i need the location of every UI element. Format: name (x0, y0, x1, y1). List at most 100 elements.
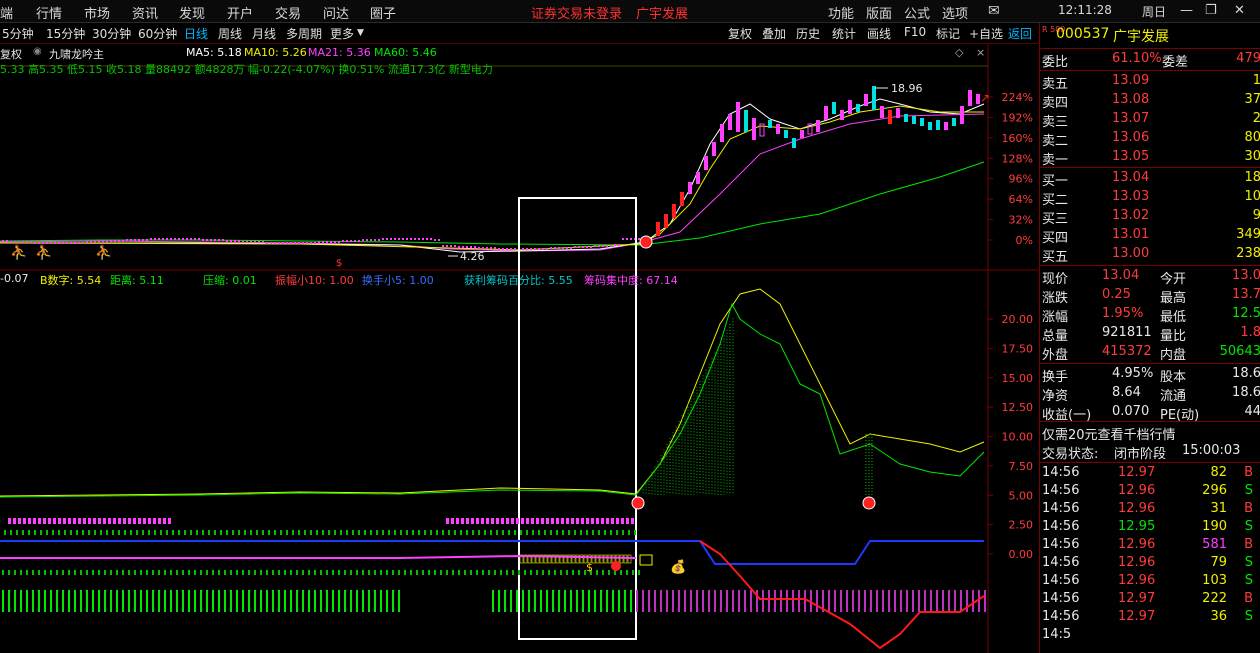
sub-tick-label: 10.00 (1002, 431, 1034, 444)
pct-tick-label: 0% (1016, 234, 1033, 247)
menu-item-ask[interactable]: 问达 (323, 3, 349, 22)
tool-add-favorite[interactable]: +自选 (969, 25, 1003, 42)
period-toolbar: 5分钟 15分钟 30分钟 60分钟 日线 周线 月线 多周期 更多 ▼ 复权 … (0, 23, 1038, 44)
menu-item-trade[interactable]: 交易 (275, 3, 301, 22)
menu-item-terminal[interactable]: 端 (0, 3, 13, 22)
menu-item-open-account[interactable]: 开户 (227, 3, 253, 22)
period-5min[interactable]: 5分钟 (2, 25, 34, 42)
menu-item-market-quotes[interactable]: 行情 (36, 3, 62, 22)
buy-signal-icon: ⛹ (95, 243, 112, 261)
tool-overlay[interactable]: 叠加 (762, 25, 786, 42)
sub-value-label: -0.07 (0, 272, 29, 285)
tool-mark[interactable]: 标记 (936, 25, 960, 42)
bid-row: 买二 13.03 10 (1042, 189, 1260, 208)
period-15min[interactable]: 15分钟 (46, 25, 85, 42)
menu-item-discover[interactable]: 发现 (179, 3, 205, 22)
pct-tick-label: 128% (1002, 152, 1033, 165)
signal-box (639, 554, 653, 566)
stat-row: 涨跌 0.25 最高 13.7 (1042, 287, 1260, 306)
distance-label: 距离: 5.11 (110, 274, 164, 287)
tick-row: 14:56 12.97 36 S (1042, 609, 1253, 624)
tool-stats[interactable]: 统计 (832, 25, 856, 42)
sell-signal-icon: $ (336, 258, 342, 269)
tick-row: 14:56 12.95 190 S (1042, 519, 1253, 534)
menu-item-formula[interactable]: 公式 (904, 3, 930, 22)
tool-back[interactable]: 返回 (1008, 25, 1032, 42)
fill-bars (2, 318, 986, 612)
minimize-icon[interactable]: — (1180, 3, 1193, 18)
period-monthly[interactable]: 月线 (252, 25, 276, 42)
menu-item-news[interactable]: 资讯 (132, 3, 158, 22)
sub-signal-icon (862, 496, 876, 510)
pct-tick-label: 96% (1009, 173, 1033, 186)
tick-row: 14:56 12.96 31 B (1042, 501, 1253, 516)
tool-history[interactable]: 历史 (796, 25, 820, 42)
stat-row: 净资 8.64 流通 18.6 (1042, 385, 1260, 404)
chevron-down-icon[interactable]: ▼ (357, 28, 364, 38)
chip-concentration-label: 筹码集中度: 67.14 (584, 274, 678, 287)
sub-tick-label: 20.00 (1002, 313, 1034, 326)
ask-row: 卖五 13.09 1 (1042, 73, 1260, 92)
sub-chart-lines: $ 💰 (0, 288, 986, 650)
compression-label: 压缩: 0.01 (203, 274, 257, 287)
menu-item-market[interactable]: 市场 (84, 3, 110, 22)
stat-row: 外盘 415372 内盘 50643 (1042, 344, 1260, 363)
profit-chips-label: 获利筹码百分比: 5.55 (464, 274, 573, 287)
tool-f10[interactable]: F10 (904, 25, 926, 39)
sub-tick-label: 2.50 (1009, 519, 1034, 532)
pct-tick-label: 160% (1002, 132, 1033, 145)
tool-draw[interactable]: 画线 (867, 25, 891, 42)
ask-row: 卖三 13.07 2 (1042, 111, 1260, 130)
sub-tick-label: 12.50 (1002, 401, 1034, 414)
sub-tick-label: 0.00 (1009, 548, 1034, 561)
stock-header: R 500 000537 广宇发展 (1042, 25, 1260, 47)
mail-icon[interactable]: ✉ (988, 3, 1000, 19)
stat-row: 涨幅 1.95% 最低 12.5 (1042, 306, 1260, 325)
sub-tick-label: 7.50 (1009, 460, 1034, 473)
stock-name-title: 广宇发展 (636, 7, 689, 22)
turnover-label: 换手小5: 1.00 (362, 274, 434, 287)
stat-row: 换手 4.95% 股本 18.6 (1042, 366, 1260, 385)
login-status-alert[interactable]: 证券交易未登录 (531, 3, 622, 22)
pct-tick-label: 64% (1009, 193, 1033, 206)
b-number-label: B数字: 5.54 (40, 274, 102, 287)
tick-row: 14:56 12.97 82 B (1042, 465, 1253, 480)
period-60min[interactable]: 60分钟 (138, 25, 177, 42)
sub-signal-icon (631, 496, 645, 510)
menu-item-layout[interactable]: 版面 (866, 3, 892, 22)
sub-tick-label: 17.50 (1002, 342, 1034, 355)
weibi-row: 委比 61.10% 委差 479 (1042, 51, 1260, 70)
clock-time: 12:11:28 (1058, 3, 1112, 17)
close-icon[interactable]: ✕ (1234, 3, 1245, 18)
sub-tick-label: 5.00 (1009, 489, 1034, 502)
high-price-label: 18.96 (891, 82, 923, 95)
period-more[interactable]: 更多 (330, 25, 354, 42)
tool-fuquan[interactable]: 复权 (728, 25, 752, 42)
period-multi[interactable]: 多周期 (286, 25, 322, 42)
candlesticks (656, 86, 980, 236)
ask-row: 卖一 13.05 30 (1042, 149, 1260, 168)
menu-bar: 端 行情 市场 资讯 发现 开户 交易 问达 圈子 证券交易未登录 广宇发展 功… (0, 0, 1260, 23)
restore-icon[interactable]: ❐ (1205, 3, 1217, 18)
pct-tick-label: 192% (1002, 111, 1033, 124)
pct-tick-label: 224% (1002, 91, 1033, 104)
bid-row: 买三 13.02 9 (1042, 208, 1260, 227)
menu-item-function[interactable]: 功能 (828, 3, 854, 22)
money-bag-icon: 💰 (670, 559, 686, 575)
promo-link[interactable]: 仅需20元查看千档行情 (1042, 424, 1260, 443)
tick-row: 14:56 12.97 222 B (1042, 591, 1253, 606)
ask-row: 卖四 13.08 37 (1042, 92, 1260, 111)
period-30min[interactable]: 30分钟 (92, 25, 131, 42)
kline-chart-area[interactable]: 224% 192% 160% 128% 96% 64% 32% 0% 20.00 17.50 15… (0, 44, 1038, 653)
stock-code: 000537 (1056, 26, 1110, 42)
ask-row: 卖二 13.06 80 (1042, 130, 1260, 149)
period-weekly[interactable]: 周线 (218, 25, 242, 42)
buy-signal-icon: ⛹ (10, 243, 27, 261)
ma60-line (0, 161, 985, 246)
buy-signal-icon: ⛹ (35, 243, 52, 261)
weekday-label: 周日 (1142, 5, 1167, 19)
menu-item-circle[interactable]: 圈子 (370, 3, 396, 22)
period-daily[interactable]: 日线 (184, 25, 208, 42)
sub-indicator-axis: 20.00 17.50 15.00 12.50 10.00 7.50 5.00 2.50 0.0… (988, 313, 1033, 561)
menu-item-options[interactable]: 选项 (942, 3, 968, 22)
